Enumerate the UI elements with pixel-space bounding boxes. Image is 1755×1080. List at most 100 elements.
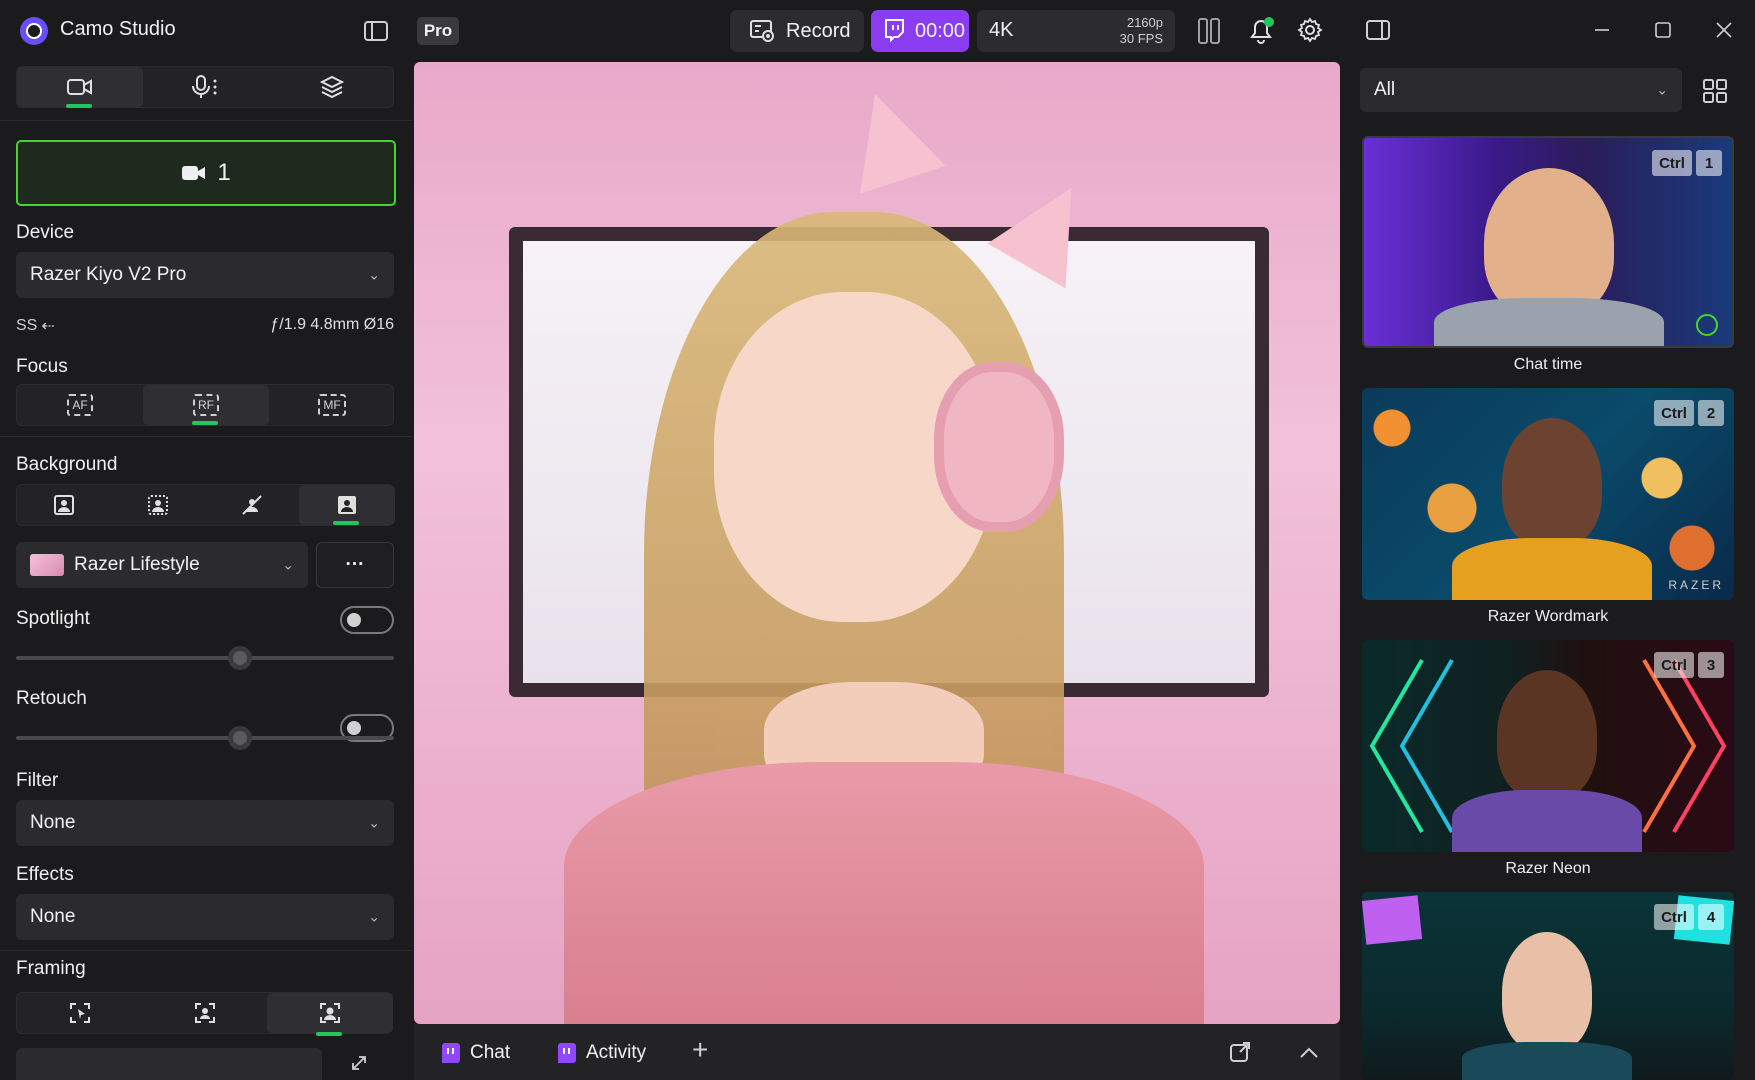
tab-audio[interactable] [143,67,269,107]
right-panel-toggle-icon[interactable] [1364,18,1392,42]
more-options-button[interactable]: ··· [316,542,394,588]
preset-value: Razer Lifestyle [74,554,200,575]
framing-active-indicator [316,1032,342,1036]
ctrl-key-badge: Ctrl [1654,652,1694,678]
add-tab-button[interactable]: + [692,1034,708,1066]
chevron-down-icon: ⌄ [368,814,380,831]
framing-mode-manual[interactable] [17,993,142,1033]
chevron-up-icon[interactable] [1298,1042,1320,1062]
ctrl-key-badge: Ctrl [1654,400,1694,426]
scene-person [1484,168,1614,318]
stream-timer: 00:00 [915,19,966,42]
twitch-icon [558,1043,576,1063]
effects-select[interactable]: None ⌄ [16,894,394,940]
chevron-down-icon: ⌄ [368,908,380,925]
razer-snake-logo-icon [1696,314,1718,336]
framing-zoom-field[interactable] [16,1048,322,1080]
spotlight-toggle[interactable] [340,606,394,634]
framing-mode-center[interactable] [142,993,267,1033]
center-framing-icon [194,1003,215,1023]
hotkey-badge: 2 [1698,400,1724,426]
auto-framing-icon [320,1003,340,1023]
background-mode-selector [16,484,395,526]
activity-tab[interactable]: Activity [558,1042,646,1064]
device-value: Razer Kiyo V2 Pro [30,264,187,285]
background-mode-blur[interactable] [111,485,205,525]
stream-button[interactable]: 00:00 [871,10,969,52]
scene-person [1497,670,1597,800]
record-button[interactable]: Record [730,10,864,52]
scene-name: Chat time [1513,356,1583,373]
tab-layers[interactable] [269,67,395,107]
usb-superspeed-icon: SS ⇠ [16,317,55,335]
scene-filter-select[interactable]: All ⌄ [1360,68,1682,112]
focus-mode-mf[interactable]: MF [269,385,395,425]
scene-filter-value: All [1374,79,1396,100]
resolution-label: 4K [989,19,1014,41]
background-active-indicator [333,521,359,525]
pro-badge: Pro [417,17,459,45]
filter-value: None [30,812,76,833]
notifications-bell-icon[interactable] [1246,14,1276,46]
effects-value: None [30,906,76,927]
filter-select[interactable]: None ⌄ [16,800,394,846]
focus-active-indicator [192,421,218,425]
scene-person [1502,932,1592,1052]
scene-card-4[interactable]: Ctrl 4 [1362,892,1734,1080]
usb-connection-label: SS [16,317,38,334]
camera-preview[interactable] [414,62,1340,1024]
scene-person-shirt [1452,790,1642,852]
expand-icon[interactable] [348,1052,370,1074]
popout-icon[interactable] [1228,1040,1252,1064]
retouch-slider-thumb[interactable] [228,726,252,750]
camera-number: 1 [217,159,231,186]
spotlight-slider[interactable] [16,656,394,660]
scene-card-chat-time[interactable]: Ctrl 1 [1362,136,1734,348]
scene-card-razer-wordmark[interactable]: Ctrl 2 RAZER [1362,388,1734,600]
tab-video[interactable] [17,67,143,107]
maximize-icon[interactable] [1651,18,1675,42]
focus-mode-af[interactable]: AF [17,385,143,425]
settings-gear-icon[interactable] [1296,16,1324,44]
chat-tab[interactable]: Chat [442,1042,510,1064]
background-mode-replace[interactable] [299,485,395,525]
background-mode-none[interactable] [17,485,111,525]
preview-subject-dress [564,762,1204,1024]
split-layout-icon[interactable] [1196,14,1222,48]
framing-mode-selector [16,992,393,1034]
focus-mode-rf[interactable]: RF [143,385,269,425]
camera-source-button[interactable]: 1 [16,140,396,206]
ellipsis-icon: ··· [345,554,365,575]
manual-focus-icon: MF [318,394,346,416]
scenes-panel: All ⌄ Ctrl 1 Chat time Ctrl 2 RAZER Raze… [1342,62,1755,1080]
device-select[interactable]: Razer Kiyo V2 Pro ⌄ [16,252,394,298]
left-panel: 1 Device Razer Kiyo V2 Pro ⌄ SS ⇠ ƒ/1.9 4… [0,62,412,1080]
resolution-selector[interactable]: 4K 2160p 30 FPS [977,10,1175,52]
effects-label: Effects [16,864,74,885]
background-preset-select[interactable]: Razer Lifestyle ⌄ [16,542,308,588]
spotlight-slider-thumb[interactable] [228,646,252,670]
manual-framing-icon [69,1003,90,1023]
cat-ear-left [832,80,946,194]
scene-person-hoodie [1452,538,1652,600]
ctrl-key-badge: Ctrl [1652,150,1692,176]
framing-mode-auto[interactable] [267,993,393,1033]
minimize-icon[interactable] [1590,18,1614,42]
autofocus-icon: AF [67,394,93,416]
close-icon[interactable] [1712,18,1736,42]
bottom-bar: Chat Activity + [414,1024,1340,1080]
ctrl-key-badge: Ctrl [1654,904,1694,930]
blur-portrait-icon [148,495,168,515]
grid-view-icon[interactable] [1702,78,1728,104]
scene-person-shirt [1434,298,1664,346]
video-camera-icon [67,79,92,95]
background-mode-remove[interactable] [205,485,299,525]
scene-light-panel [1362,895,1423,945]
sidebar-toggle-icon[interactable] [362,18,390,44]
scene-name: Razer Neon [1505,860,1591,877]
scene-card-razer-neon[interactable]: Ctrl 3 [1362,640,1734,852]
app-title: Camo Studio [60,18,176,40]
background-label: Background [16,454,118,475]
retouch-slider[interactable] [16,736,394,740]
region-focus-icon: RF [193,394,219,416]
